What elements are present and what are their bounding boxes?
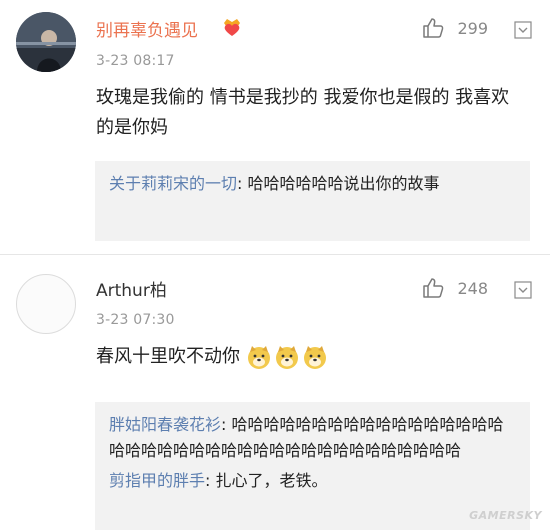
username[interactable]: 别再辜负遇见 <box>96 20 198 42</box>
chevron-down-icon[interactable] <box>514 281 532 299</box>
crown-heart-icon <box>224 19 240 36</box>
comment-text-body: 春风十里吹不动你 <box>96 346 240 367</box>
comment-text: 玫瑰是我偷的 情书是我抄的 我爱你也是假的 我喜欢的是你妈 <box>96 87 510 138</box>
avatar[interactable] <box>16 274 76 334</box>
watermark: GAMERSKY <box>469 509 542 522</box>
doge-emoji <box>248 346 270 369</box>
reply-author[interactable]: 关于莉莉宋的一切 <box>109 174 237 193</box>
chevron-down-icon[interactable] <box>514 21 532 39</box>
like-button[interactable]: 248 <box>421 276 488 300</box>
username[interactable]: Arthur柏 <box>96 280 167 302</box>
comment-item: 别再辜负遇见 3-23 08:17 299 玫瑰是我偷的 情书是我抄的 我爱你也… <box>0 0 550 254</box>
reply-list: 关于莉莉宋的一切: 哈哈哈哈哈哈说出你的故事 <box>95 161 530 241</box>
comment-time: 3-23 08:17 <box>96 53 175 69</box>
like-count: 299 <box>457 18 488 38</box>
like-button[interactable]: 299 <box>421 16 488 40</box>
reply-author[interactable]: 剪指甲的胖手 <box>109 471 205 490</box>
reply-list: 胖姑阳春袭花衫: 哈哈哈哈哈哈哈哈哈哈哈哈哈哈哈哈哈哈哈哈哈哈哈哈哈哈哈哈哈哈哈… <box>95 402 530 530</box>
comment-text: 春风十里吹不动你 <box>96 342 526 372</box>
thumbs-up-icon <box>423 18 444 38</box>
doge-emoji <box>304 346 326 369</box>
reply-text: : 哈哈哈哈哈哈说出你的故事 <box>237 174 440 193</box>
comment-item: Arthur柏 3-23 07:30 248 春风十里吹不动你 胖姑阳春袭花衫:… <box>0 256 550 530</box>
comment-time: 3-23 07:30 <box>96 312 175 328</box>
reply-author[interactable]: 胖姑阳春袭花衫 <box>109 415 221 434</box>
avatar-photo <box>16 12 76 72</box>
avatar[interactable] <box>16 12 76 72</box>
reply-item: 剪指甲的胖手: 扎心了，老铁。 <box>109 468 516 494</box>
reply-item: 胖姑阳春袭花衫: 哈哈哈哈哈哈哈哈哈哈哈哈哈哈哈哈哈哈哈哈哈哈哈哈哈哈哈哈哈哈哈… <box>109 412 516 464</box>
reply-text: : 扎心了，老铁。 <box>205 471 328 490</box>
reply-item: 关于莉莉宋的一切: 哈哈哈哈哈哈说出你的故事 <box>109 171 516 197</box>
comment-divider <box>0 254 550 255</box>
emoji-row <box>244 344 328 370</box>
thumbs-up-icon <box>423 278 444 298</box>
like-count: 248 <box>457 278 488 298</box>
doge-emoji <box>276 346 298 369</box>
